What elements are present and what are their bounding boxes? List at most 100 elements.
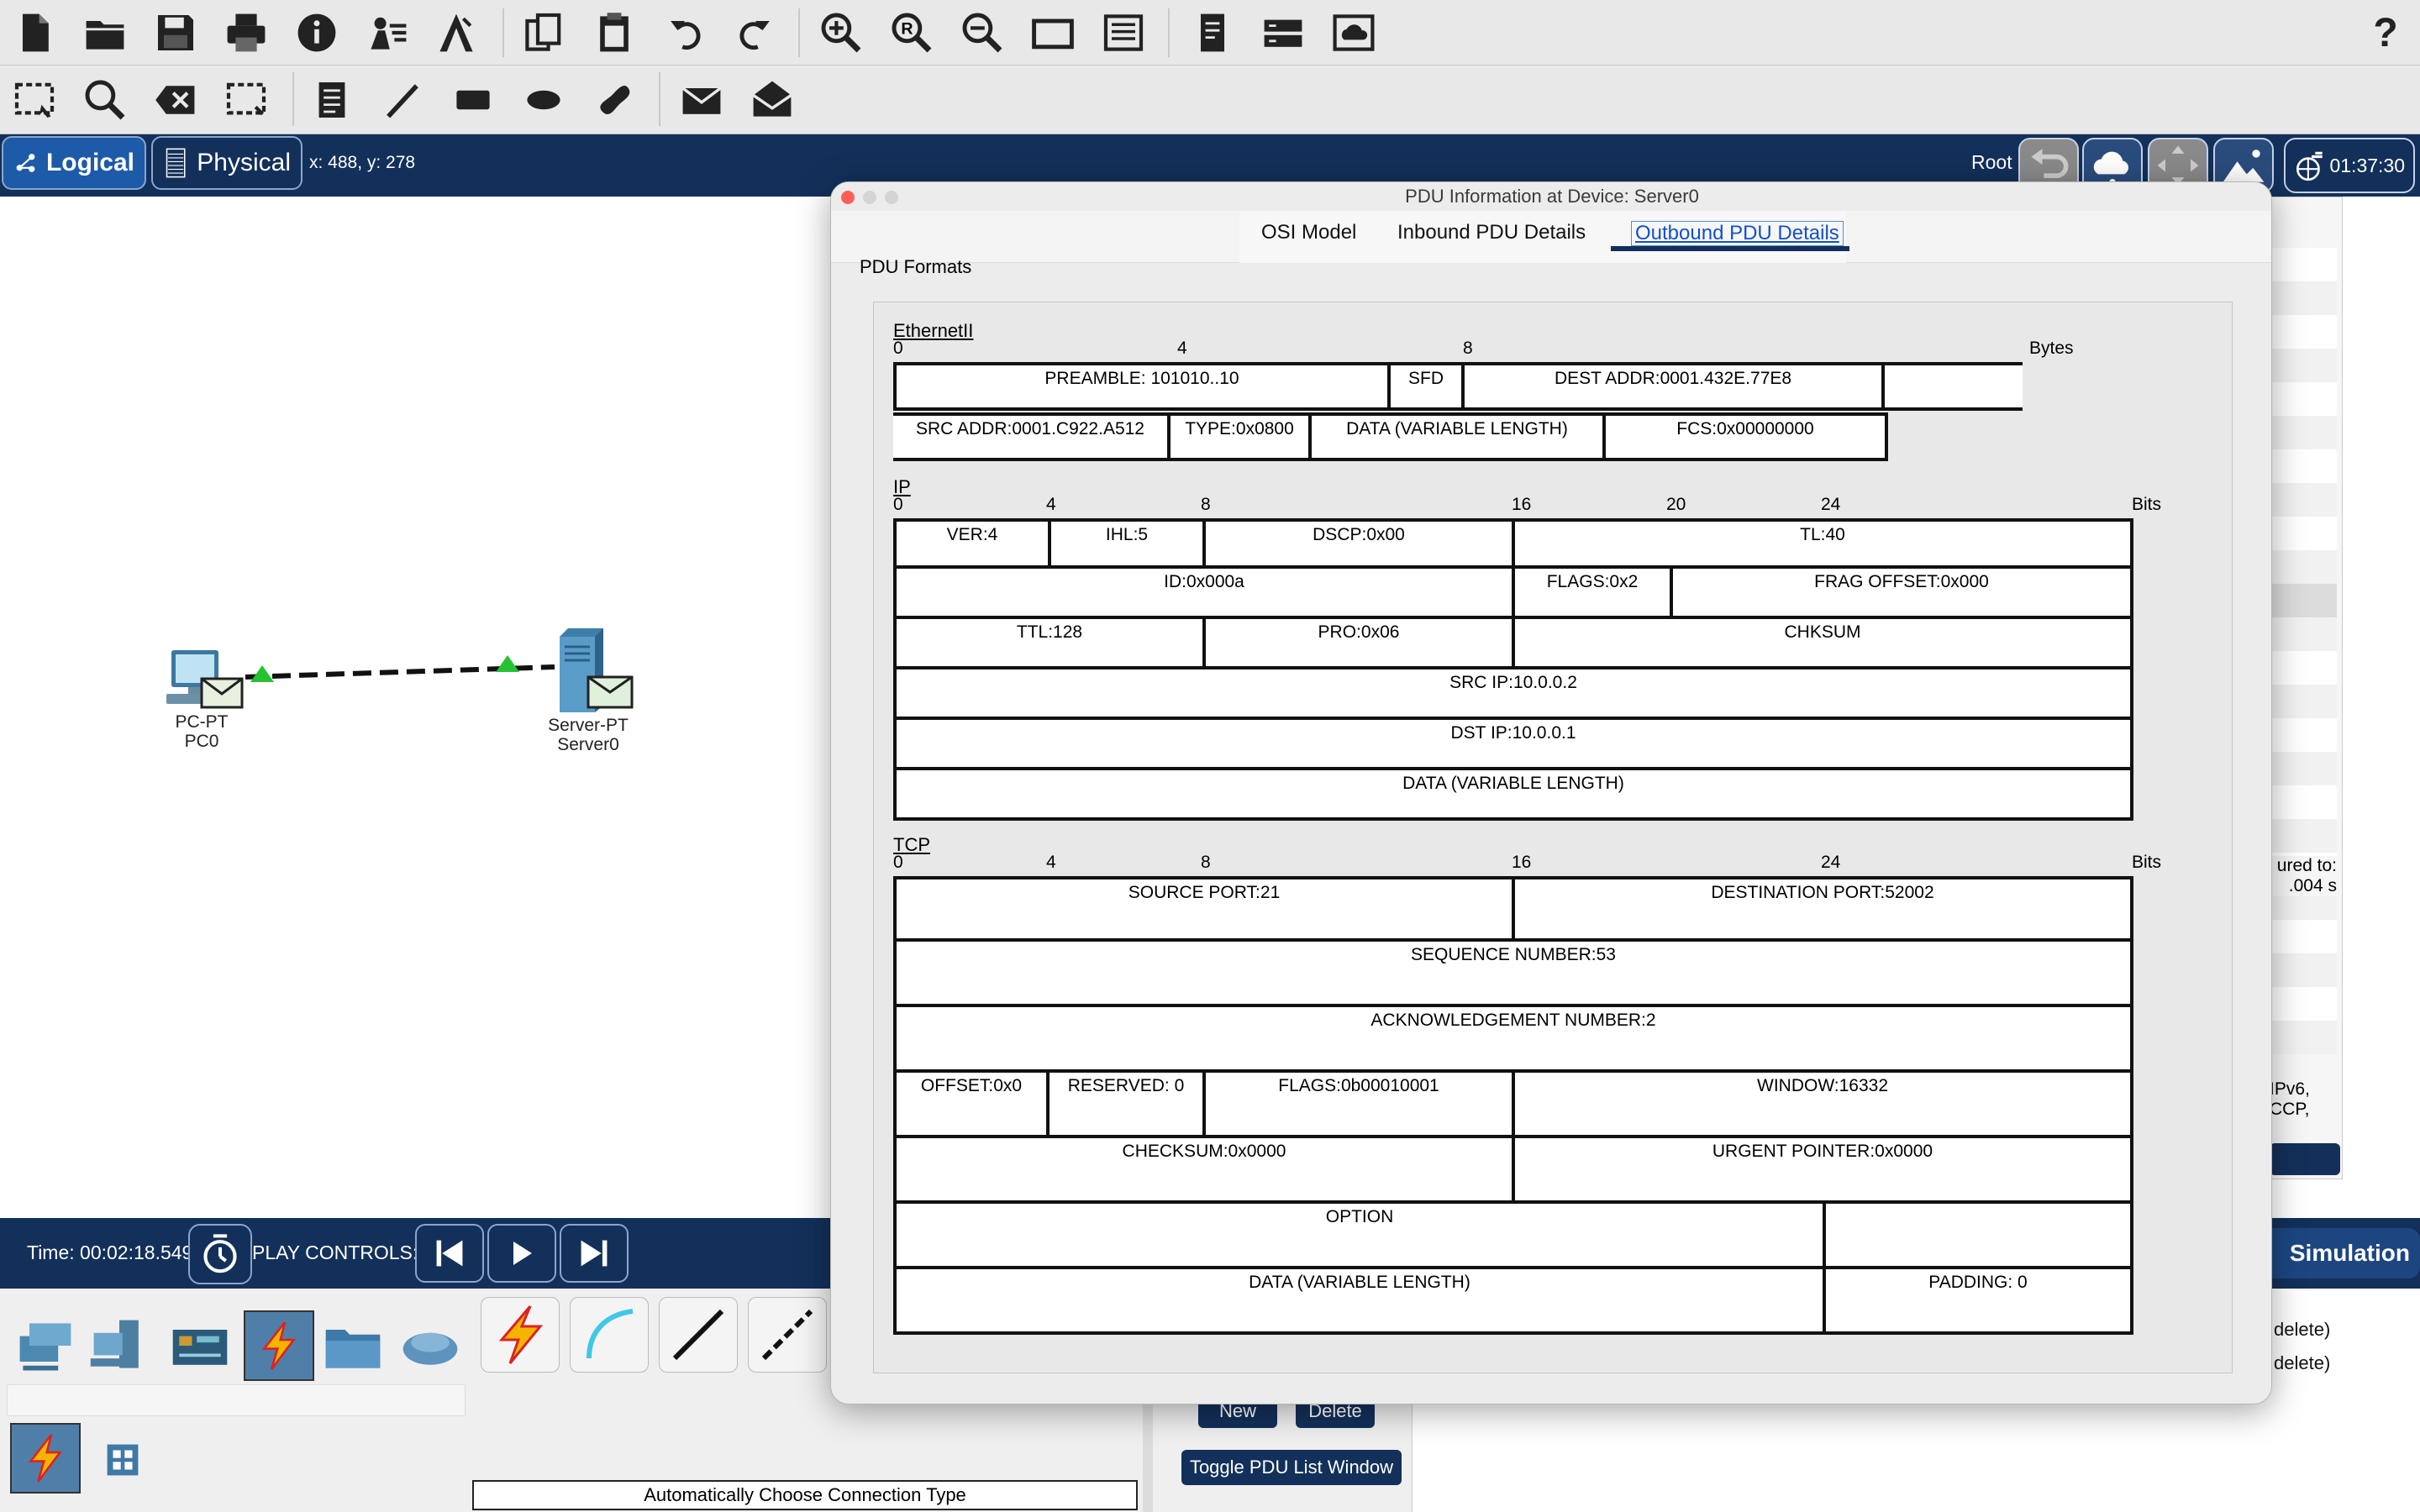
cursor-coordinates: x: 488, y: 278 bbox=[309, 153, 416, 172]
pdu-row-delete[interactable]: delete) bbox=[2274, 1352, 2330, 1374]
tick: 4 bbox=[1177, 339, 1187, 358]
network-devices-icon[interactable] bbox=[10, 1310, 81, 1381]
reset-clock-icon bbox=[203, 1234, 237, 1273]
svg-text:R: R bbox=[901, 19, 913, 38]
components-icon[interactable] bbox=[165, 1310, 235, 1381]
network-info-icon[interactable] bbox=[1255, 5, 1311, 60]
play-controls-label: PLAY CONTROLS: bbox=[252, 1242, 418, 1263]
end-devices-icon[interactable] bbox=[84, 1310, 155, 1381]
minimize-window-icon[interactable] bbox=[863, 191, 876, 204]
zoom-reset-icon[interactable]: R bbox=[884, 5, 939, 60]
tab-inbound-pdu[interactable]: Inbound PDU Details bbox=[1397, 221, 1586, 244]
simulation-mode-button[interactable]: Simulation bbox=[2260, 1228, 2420, 1278]
redo-icon[interactable] bbox=[728, 5, 783, 60]
ip-frag-offset: FRAG OFFSET:0x000 bbox=[1670, 565, 2133, 619]
help-icon[interactable]: ? bbox=[2358, 5, 2413, 60]
inspect-icon[interactable] bbox=[77, 72, 133, 128]
tab-osi-model[interactable]: OSI Model bbox=[1261, 221, 1356, 244]
tab-outbound-pdu[interactable]: Outbound PDU Details bbox=[1631, 221, 1844, 246]
straight-through-cable-button[interactable] bbox=[659, 1297, 738, 1373]
viewport-icon[interactable] bbox=[1185, 5, 1240, 60]
edit-toolbar bbox=[0, 66, 2420, 134]
step-back-button[interactable] bbox=[415, 1224, 484, 1283]
tcp-reserved: RESERVED: 0 bbox=[1046, 1069, 1206, 1138]
main-toolbar: R ? bbox=[0, 0, 2420, 66]
eth-type: TYPE:0x0800 bbox=[1167, 412, 1312, 461]
misc-folder-icon[interactable] bbox=[318, 1310, 388, 1381]
drawing-palette-icon[interactable] bbox=[1025, 5, 1081, 60]
select-icon[interactable] bbox=[7, 72, 62, 128]
console-cable-button[interactable] bbox=[570, 1297, 649, 1373]
automatic-connection-icon[interactable] bbox=[10, 1423, 81, 1494]
custom-device-icon[interactable] bbox=[429, 5, 484, 60]
eth-src-addr: SRC ADDR:0001.C922.A512 bbox=[893, 412, 1171, 461]
eth-dest-addr-cont bbox=[1881, 362, 2023, 411]
delete-icon[interactable] bbox=[148, 72, 203, 128]
server0-device[interactable] bbox=[555, 627, 635, 712]
custom-devices-dialog-icon[interactable] bbox=[1096, 5, 1151, 60]
device-subtype-bar bbox=[7, 1384, 466, 1416]
connections-category-icon[interactable] bbox=[244, 1310, 314, 1381]
print-icon[interactable] bbox=[218, 5, 274, 60]
step-forward-button[interactable] bbox=[560, 1224, 629, 1283]
rectangle-icon[interactable] bbox=[445, 72, 501, 128]
tick: 0 bbox=[893, 495, 903, 514]
grid-view-icon[interactable] bbox=[97, 1435, 148, 1485]
freeform-icon[interactable] bbox=[587, 72, 642, 128]
tcp-ack-number: ACKNOWLEDGEMENT NUMBER:2 bbox=[893, 1004, 2133, 1073]
note-icon[interactable] bbox=[304, 72, 360, 128]
tcp-checksum: CHECKSUM:0x0000 bbox=[893, 1135, 1515, 1204]
reset-simulation-button[interactable] bbox=[188, 1224, 252, 1284]
console-cable-icon bbox=[587, 1309, 634, 1359]
ip-protocol: PRO:0x06 bbox=[1202, 616, 1515, 669]
undo-icon[interactable] bbox=[657, 5, 713, 60]
physical-rack-icon bbox=[166, 148, 186, 178]
simple-pdu-icon[interactable] bbox=[674, 72, 729, 128]
save-icon[interactable] bbox=[148, 5, 203, 60]
ip-checksum: CHKSUM bbox=[1512, 616, 2133, 669]
close-window-icon[interactable] bbox=[841, 191, 855, 204]
tick: 4 bbox=[1046, 495, 1056, 514]
tcp-option-cont bbox=[1823, 1200, 2133, 1269]
ellipse-icon[interactable] bbox=[516, 72, 571, 128]
paste-icon[interactable] bbox=[587, 5, 642, 60]
pdu-cloud-icon[interactable] bbox=[1326, 5, 1381, 60]
info-icon[interactable] bbox=[289, 5, 345, 60]
tick: 16 bbox=[1512, 495, 1532, 514]
viewport-clock[interactable]: 01:37:30 bbox=[2284, 138, 2415, 193]
ethernet-header: EthernetII bbox=[893, 320, 974, 341]
tcp-flags: FLAGS:0b00010001 bbox=[1202, 1069, 1515, 1138]
tcp-window: WINDOW:16332 bbox=[1512, 1069, 2133, 1138]
crossover-cable-button[interactable] bbox=[748, 1297, 827, 1373]
ip-dst: DST IP:10.0.0.1 bbox=[893, 717, 2133, 770]
zoom-in-icon[interactable] bbox=[813, 5, 869, 60]
auto-connection-button[interactable] bbox=[481, 1297, 560, 1373]
complex-pdu-icon[interactable] bbox=[744, 72, 800, 128]
play-button[interactable] bbox=[487, 1224, 556, 1283]
pdu-row-delete[interactable]: delete) bbox=[2274, 1319, 2330, 1341]
tcp-urgent-pointer: URGENT POINTER:0x0000 bbox=[1512, 1135, 2133, 1204]
tcp-option: OPTION bbox=[893, 1200, 1826, 1269]
zoom-out-icon[interactable] bbox=[955, 5, 1010, 60]
ip-dscp: DSCP:0x00 bbox=[1202, 518, 1515, 569]
tick: 0 bbox=[893, 853, 903, 872]
resize-icon[interactable] bbox=[218, 72, 274, 128]
maximize-window-icon[interactable] bbox=[885, 191, 898, 204]
pc0-device[interactable] bbox=[165, 648, 245, 711]
tick: 16 bbox=[1512, 853, 1532, 872]
event-filter-text: IPv6, CCP, bbox=[2270, 1079, 2337, 1120]
toggle-pdu-list-button[interactable]: Toggle PDU List Window bbox=[1181, 1450, 1402, 1485]
tcp-padding: PADDING: 0 bbox=[1823, 1266, 2133, 1335]
open-folder-icon[interactable] bbox=[77, 5, 133, 60]
multiuser-cloud-icon[interactable] bbox=[395, 1310, 466, 1381]
tick: 4 bbox=[1046, 853, 1056, 872]
eth-data: DATA (VARIABLE LENGTH) bbox=[1308, 412, 1606, 461]
physical-tab[interactable]: Physical bbox=[151, 136, 302, 190]
line-draw-icon[interactable] bbox=[375, 72, 430, 128]
tcp-offset: OFFSET:0x0 bbox=[893, 1069, 1050, 1138]
logical-tab[interactable]: Logical bbox=[2, 136, 146, 190]
new-file-icon[interactable] bbox=[7, 5, 62, 60]
copy-icon[interactable] bbox=[516, 5, 571, 60]
edit-filters-button[interactable] bbox=[2270, 1143, 2340, 1175]
activity-wizard-icon[interactable] bbox=[360, 5, 415, 60]
